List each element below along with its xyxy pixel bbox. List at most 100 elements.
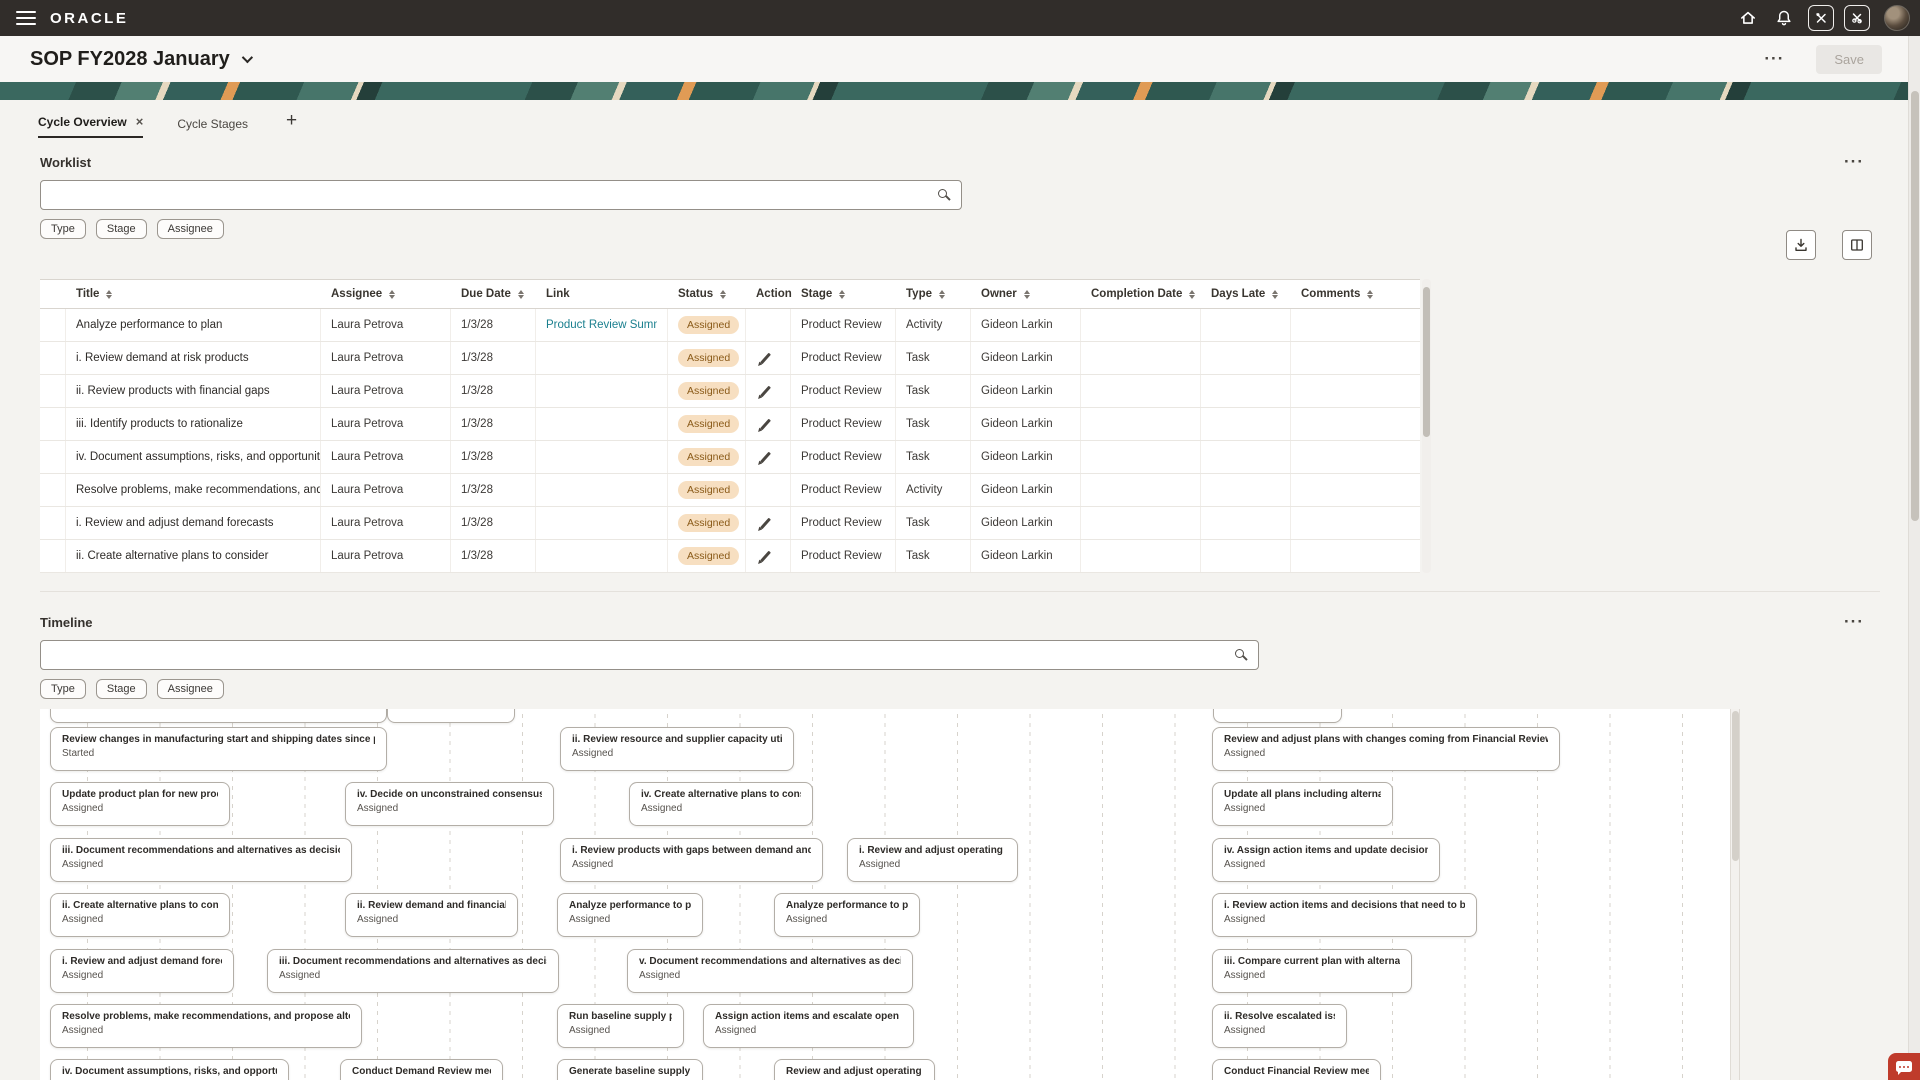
worklist-search-input[interactable] (41, 181, 961, 209)
boxed-x-tool-icon[interactable] (1808, 5, 1834, 31)
timeline-card[interactable]: i. Review action items and decisions tha… (1212, 893, 1477, 937)
table-row[interactable]: i. Review and adjust demand forecastsLau… (40, 507, 1420, 540)
sort-icon[interactable] (839, 290, 845, 299)
sort-icon[interactable] (1189, 290, 1195, 299)
table-row[interactable]: i. Review demand at risk productsLaura P… (40, 342, 1420, 375)
sort-icon[interactable] (518, 290, 524, 299)
column-header-status[interactable]: Status (668, 280, 746, 308)
tl-filter-chip-assignee[interactable]: Assignee (157, 679, 224, 699)
wl-filter-chip-assignee[interactable]: Assignee (157, 219, 224, 239)
sort-icon[interactable] (389, 290, 395, 299)
edit-pencil-icon[interactable] (760, 385, 771, 397)
timeline-card[interactable]: Analyze performance to planAssigned (557, 893, 703, 937)
table-row[interactable]: ii. Create alternative plans to consider… (40, 540, 1420, 573)
edit-pencil-icon[interactable] (760, 451, 771, 463)
timeline-card[interactable]: Generate baseline supply planAssigned (557, 1059, 703, 1080)
column-header-days-late[interactable]: Days Late (1201, 280, 1291, 308)
timeline-card[interactable]: iii. Compare current plan with alternati… (1212, 949, 1412, 993)
timeline-card[interactable]: Conduct Demand Review meetingAssigned (340, 1059, 503, 1080)
sort-icon[interactable] (1024, 290, 1030, 299)
download-button[interactable] (1786, 230, 1816, 260)
timeline-search-input[interactable] (41, 641, 1258, 669)
add-tab-button[interactable]: + (282, 110, 301, 138)
worklist-more-icon[interactable] (1838, 152, 1870, 172)
timeline-card[interactable]: ii. Review demand and financial gapsAssi… (345, 893, 518, 937)
timeline-card[interactable]: Resolve problems, make recommendations, … (50, 1004, 362, 1048)
timeline-card[interactable]: Review and adjust operating planAssigned (774, 1059, 935, 1080)
timeline-card[interactable]: iv. Assign action items and update decis… (1212, 838, 1440, 882)
column-header-comments[interactable]: Comments (1291, 280, 1411, 308)
sort-icon[interactable] (1367, 290, 1373, 299)
timeline-card[interactable]: Update product plan for new productsAssi… (50, 782, 230, 826)
worklist-scrollbar[interactable] (1422, 279, 1431, 573)
tl-filter-chip-type[interactable]: Type (40, 679, 86, 699)
timeline-card[interactable]: Review and adjust plans with changes com… (1212, 727, 1560, 771)
sort-icon[interactable] (106, 290, 112, 299)
close-icon[interactable]: × (136, 114, 144, 129)
table-row[interactable]: iv. Document assumptions, risks, and opp… (40, 441, 1420, 474)
table-row[interactable]: ii. Review products with financial gapsL… (40, 375, 1420, 408)
wl-filter-chip-type[interactable]: Type (40, 219, 86, 239)
manage-columns-button[interactable] (1842, 230, 1872, 260)
column-header-link[interactable]: Link (536, 280, 668, 308)
column-header-owner[interactable]: Owner (971, 280, 1081, 308)
timeline-card[interactable]: i. Review and adjust demand forecastsAss… (50, 949, 234, 993)
timeline-card[interactable]: v. Document recommendations and alternat… (627, 949, 913, 993)
timeline-card[interactable]: Assign action items and escalate open is… (703, 1004, 914, 1048)
search-icon[interactable] (1235, 649, 1244, 658)
edit-pencil-icon[interactable] (760, 418, 771, 430)
tab-cycle-overview[interactable]: Cycle Overview× (38, 114, 143, 138)
sort-icon[interactable] (720, 290, 726, 299)
timeline-more-icon[interactable] (1838, 612, 1870, 632)
timeline-card[interactable]: iv. Decide on unconstrained consensus fo… (345, 782, 554, 826)
timeline-card[interactable]: Update all plans including alternativesA… (1212, 782, 1393, 826)
timeline-card[interactable]: Analyze performance to planAssigned (774, 893, 920, 937)
timeline-card[interactable]: i. Review and adjust operating planAssig… (847, 838, 1018, 882)
scissors-icon[interactable] (1844, 5, 1870, 31)
column-header-stage[interactable]: Stage (791, 280, 896, 308)
notifications-bell-icon[interactable] (1770, 4, 1798, 32)
timeline-card[interactable]: iii. Document recommendations and altern… (267, 949, 559, 993)
sort-icon[interactable] (939, 290, 945, 299)
tab-cycle-stages[interactable]: Cycle Stages (177, 117, 248, 138)
timeline-card[interactable]: ii. Resolve escalated issuesAssigned (1212, 1004, 1347, 1048)
column-header-type[interactable]: Type (896, 280, 971, 308)
edit-pencil-icon[interactable] (760, 352, 771, 364)
menu-icon[interactable] (16, 11, 36, 25)
sort-icon[interactable] (1272, 290, 1278, 299)
link-product-review-summary[interactable]: Product Review Summary (546, 319, 657, 331)
table-row[interactable]: Analyze performance to planLaura Petrova… (40, 309, 1420, 342)
page-scrollbar[interactable] (1908, 36, 1920, 1080)
timeline-card[interactable] (1213, 709, 1342, 723)
timeline-card[interactable]: ii. Create alternative plans to consider… (50, 893, 230, 937)
timeline-card[interactable]: Conduct Financial Review meetingAssigned (1212, 1059, 1381, 1080)
home-icon[interactable] (1734, 4, 1762, 32)
tl-filter-chip-stage[interactable]: Stage (96, 679, 147, 699)
timeline-card[interactable]: iv. Document assumptions, risks, and opp… (50, 1059, 289, 1080)
wl-filter-chip-stage[interactable]: Stage (96, 219, 147, 239)
timeline-card[interactable]: iv. Create alternative plans to consider… (629, 782, 813, 826)
table-row[interactable]: iii. Identify products to rationalizeLau… (40, 408, 1420, 441)
timeline-scrollbar[interactable] (1730, 709, 1739, 1080)
timeline-card[interactable]: i. Review products with gaps between dem… (560, 838, 823, 882)
timeline-card[interactable]: iii. Document recommendations and altern… (50, 838, 352, 882)
column-header-assignee[interactable]: Assignee (321, 280, 451, 308)
column-header-action[interactable]: Action (746, 280, 791, 308)
save-button[interactable]: Save (1816, 45, 1882, 74)
edit-pencil-icon[interactable] (760, 517, 771, 529)
column-header-completion-date[interactable]: Completion Date (1081, 280, 1201, 308)
column-header-title[interactable]: Title (66, 280, 321, 308)
page-more-icon[interactable] (1758, 49, 1790, 69)
timeline-card[interactable]: Review changes in manufacturing start an… (50, 727, 387, 771)
timeline-card[interactable] (387, 709, 515, 723)
timeline-card[interactable]: Run baseline supply planAssigned (557, 1004, 684, 1048)
user-avatar[interactable] (1884, 5, 1910, 31)
chat-button[interactable] (1888, 1053, 1920, 1080)
timeline-card[interactable]: ii. Review resource and supplier capacit… (560, 727, 794, 771)
chevron-down-icon[interactable] (242, 52, 253, 63)
table-row[interactable]: Resolve problems, make recommendations, … (40, 474, 1420, 507)
search-icon[interactable] (938, 189, 947, 198)
timeline-card[interactable] (50, 709, 387, 723)
column-header-due-date[interactable]: Due Date (451, 280, 536, 308)
edit-pencil-icon[interactable] (760, 550, 771, 562)
